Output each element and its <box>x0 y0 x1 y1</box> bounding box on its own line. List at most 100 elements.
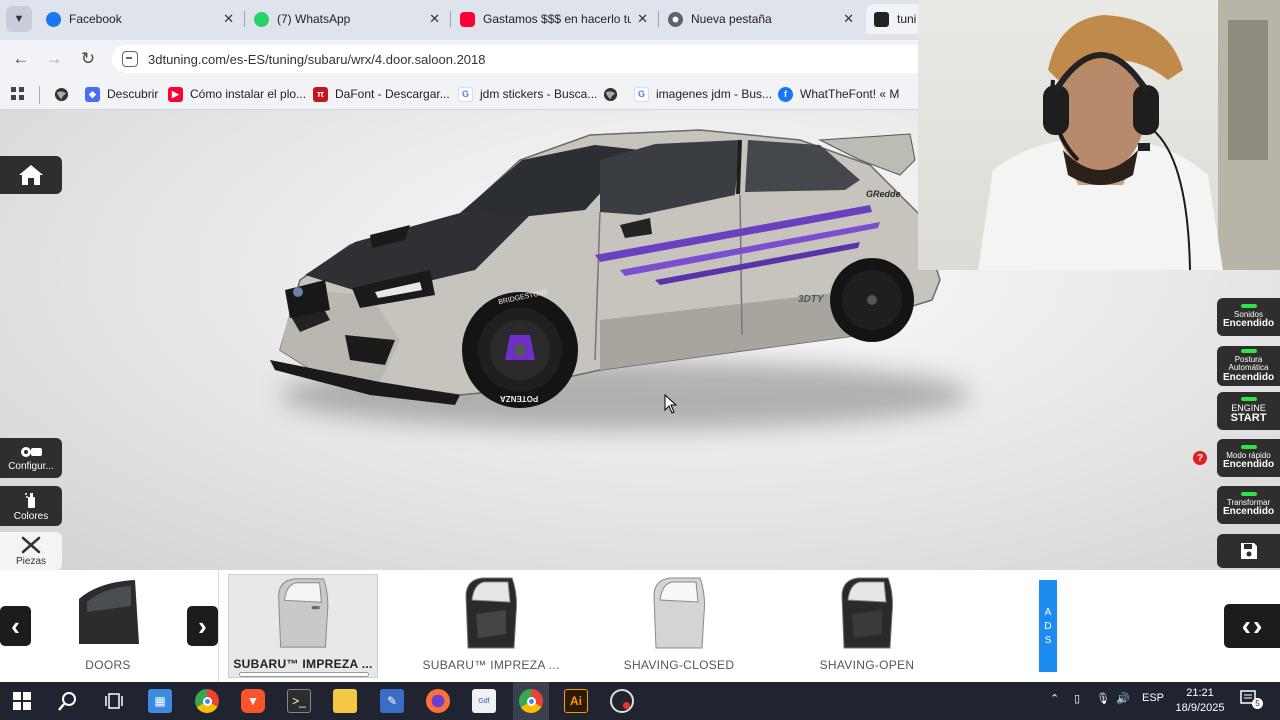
transform-toggle[interactable]: Transformar Encendido <box>1217 486 1280 524</box>
url-text: 3dtuning.com/es-ES/tuning/subaru/wrx/4.d… <box>148 51 486 67</box>
parts-button[interactable]: Piezas <box>0 532 62 570</box>
search-icon[interactable] <box>56 689 80 713</box>
ads-letter: D <box>1044 620 1052 632</box>
category-prev-button[interactable]: ‹ <box>0 606 31 646</box>
speaker-icon[interactable]: 🔊 <box>1116 692 1130 705</box>
engine-state: START <box>1230 412 1267 425</box>
youtube-icon <box>460 11 475 27</box>
bookmark-label: Cómo instalar el plo... <box>190 87 307 101</box>
wrench-tools-icon <box>21 536 41 553</box>
file-explorer-icon[interactable] <box>333 689 357 713</box>
status-led <box>1240 348 1257 353</box>
usb-icon[interactable]: ▯ <box>1074 692 1080 705</box>
car-model[interactable] <box>260 120 960 430</box>
bookmark-descubrir[interactable]: ◆ Descubrir <box>85 84 158 104</box>
tab-divider <box>658 11 659 27</box>
configure-button[interactable]: Configur... <box>0 438 62 478</box>
google-icon: G <box>458 86 473 102</box>
clock-date: 18/9/2025 <box>1175 702 1225 714</box>
apps-grid-icon[interactable] <box>11 84 25 104</box>
tab-new-tab[interactable]: Nueva pestaña ✕ <box>660 4 862 34</box>
close-icon[interactable]: ✕ <box>223 11 234 27</box>
save-button[interactable] <box>1217 534 1280 568</box>
globe-icon[interactable] <box>603 84 618 104</box>
parts-next-icon[interactable]: › <box>1253 610 1262 642</box>
firefox-icon[interactable] <box>426 689 450 713</box>
streamer-webcam-image <box>978 0 1280 270</box>
bookmark-whatthefont[interactable]: f WhatTheFont! « M <box>778 84 899 104</box>
tab-title: (7) WhatsApp <box>277 12 351 26</box>
bookmark-youtube[interactable]: ▶ Cómo instalar el plo... <box>168 84 306 104</box>
ads-banner[interactable]: A D S <box>1039 580 1057 672</box>
part-option-label: SHAVING-OPEN <box>819 658 915 672</box>
tab-title: Gastamos $$$ en hacerlo tu <box>483 12 632 26</box>
bookmark-jdm-stickers[interactable]: G jdm stickers - Busca... <box>458 84 597 104</box>
facebook-icon <box>46 11 61 27</box>
selected-indicator <box>239 672 369 677</box>
tab-3dtuning[interactable]: tuni <box>866 4 926 34</box>
windows-start-icon[interactable] <box>10 689 34 713</box>
chrome-icon[interactable] <box>195 689 219 713</box>
bookmark-imagenes-jdm[interactable]: G imagenes jdm - Bus... <box>634 84 772 104</box>
brave-icon[interactable]: ▼ <box>241 689 265 713</box>
sounds-toggle[interactable]: Sonidos Encendido <box>1217 298 1280 336</box>
site-info-icon[interactable] <box>122 51 138 67</box>
system-clock[interactable]: 21:21 18/9/2025 <box>1172 686 1228 716</box>
colors-button[interactable]: Colores <box>0 486 62 526</box>
terminal-icon[interactable]: >_ <box>287 689 311 713</box>
address-bar[interactable]: 3dtuning.com/es-ES/tuning/subaru/wrx/4.d… <box>112 45 918 73</box>
home-button[interactable] <box>0 156 62 194</box>
toggle-state: Encendido <box>1222 371 1275 383</box>
tab-youtube-video[interactable]: Gastamos $$$ en hacerlo tu ✕ <box>452 4 656 34</box>
chrome-icon[interactable] <box>519 689 543 713</box>
help-badge[interactable]: ? <box>1193 451 1207 465</box>
tab-facebook[interactable]: Facebook ✕ <box>38 4 242 34</box>
back-arrow-icon[interactable]: ← <box>10 48 32 70</box>
ads-letter: S <box>1044 634 1052 646</box>
engine-start-button[interactable]: ENGINE START <box>1217 392 1280 430</box>
bookmark-label: jdm stickers - Busca... <box>480 87 598 101</box>
illustrator-icon[interactable]: Ai <box>564 689 588 713</box>
globe-icon[interactable] <box>54 84 69 104</box>
car-logo-text: 3DTY <box>798 294 824 305</box>
parts-label: Piezas <box>15 555 46 567</box>
status-led <box>1240 492 1257 497</box>
parts-scroll-buttons: ‹ › <box>1224 604 1280 648</box>
auto-stance-toggle[interactable]: Postura Automática Encendido <box>1217 346 1280 386</box>
notifications-icon[interactable]: 5 <box>1240 690 1263 711</box>
discover-icon: ◆ <box>85 86 100 102</box>
language-indicator[interactable]: ESP <box>1142 692 1164 704</box>
close-icon[interactable]: ✕ <box>637 11 648 27</box>
configure-label: Configur... <box>8 460 54 472</box>
app-icon[interactable]: Gdf <box>472 689 496 713</box>
bookmark-label: Descubrir <box>107 87 159 101</box>
microphone-icon[interactable]: 🎙 <box>1096 692 1110 705</box>
task-view-icon[interactable] <box>102 689 126 713</box>
category-doors[interactable]: DOORS <box>33 574 183 678</box>
tab-whatsapp[interactable]: (7) WhatsApp ✕ <box>246 4 448 34</box>
part-option-shaving-open[interactable]: SHAVING-OPEN <box>792 574 942 678</box>
tab-search-button[interactable]: ▼ <box>6 6 32 32</box>
photos-icon[interactable]: ✎ <box>380 689 404 713</box>
close-icon[interactable]: ✕ <box>429 11 440 27</box>
part-option-stock-door[interactable]: SUBARU™ IMPREZA ... <box>228 574 378 678</box>
home-icon <box>19 165 43 185</box>
part-option-inner-door[interactable]: SUBARU™ IMPREZA ... <box>416 574 566 678</box>
quick-mode-toggle[interactable]: Modo rápido Encendido <box>1217 439 1280 477</box>
save-icon <box>1240 543 1257 559</box>
part-option-shaving-closed[interactable]: SHAVING-CLOSED <box>604 574 754 678</box>
parts-prev-icon[interactable]: ‹ <box>1242 610 1251 642</box>
part-option-label: SUBARU™ IMPREZA ... <box>422 658 560 672</box>
obs-icon[interactable] <box>610 689 634 713</box>
chevron-up-icon[interactable]: ⌃ <box>1050 692 1059 705</box>
bookmark-dafont[interactable]: π DaFont - Descargar... <box>313 84 450 104</box>
forward-arrow-icon[interactable]: → <box>43 48 65 70</box>
reload-icon[interactable]: ↻ <box>77 48 99 70</box>
category-next-button[interactable]: › <box>187 606 218 646</box>
close-icon[interactable]: ✕ <box>843 11 854 27</box>
calculator-icon[interactable]: ▦ <box>148 689 172 713</box>
facebook-icon: f <box>778 86 793 102</box>
toggle-label: Postura Automática <box>1228 354 1269 373</box>
tab-divider <box>450 11 451 27</box>
dafont-icon: π <box>313 86 328 102</box>
